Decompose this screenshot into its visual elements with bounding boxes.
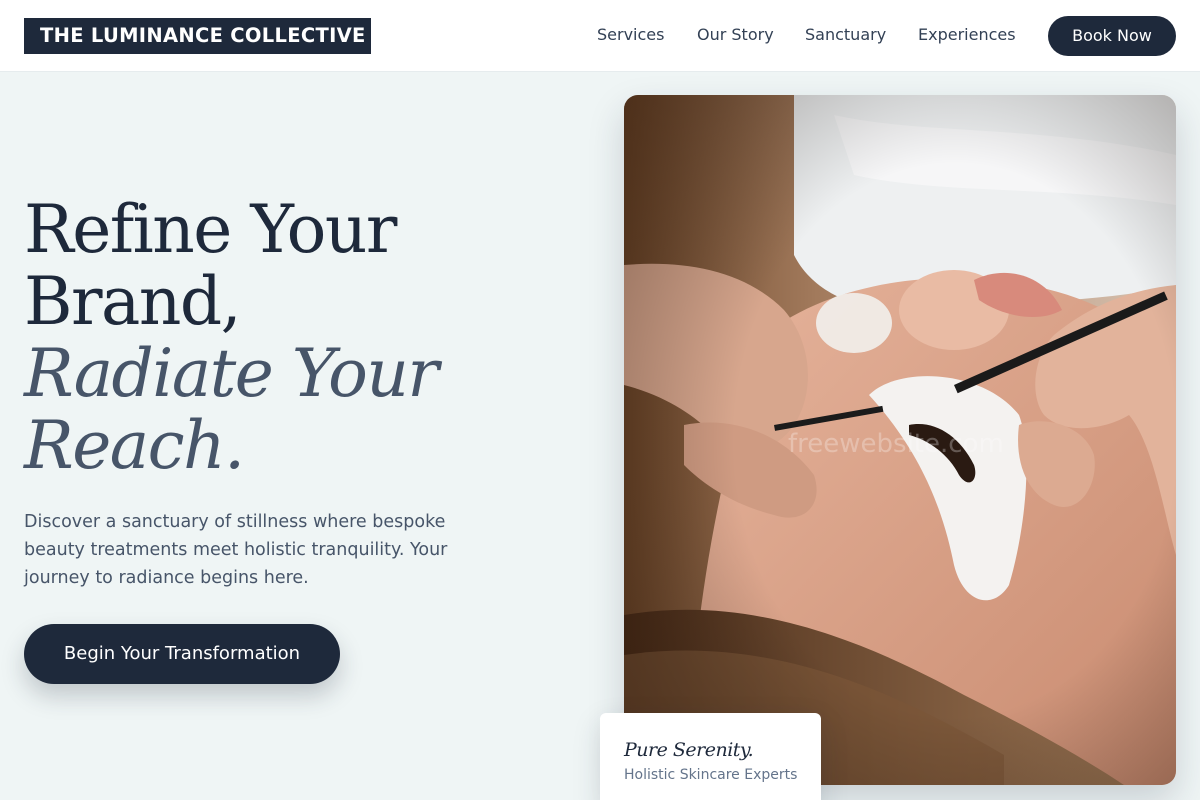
card-title: Pure Serenity. <box>624 739 754 761</box>
hero-headline: Refine Your Brand, Radiate Your Reach. <box>24 194 544 482</box>
headline-italic-line: Reach. <box>24 407 245 484</box>
headline-italic-line: Radiate Your <box>24 335 439 412</box>
headline-line: Brand, <box>24 263 242 340</box>
image-watermark: freewebsite.com <box>788 429 1004 459</box>
main-nav: Services Our Story Sanctuary Experiences <box>0 0 1200 72</box>
floating-info-card: Pure Serenity. Holistic Skincare Experts <box>600 713 821 800</box>
begin-transformation-button[interactable]: Begin Your Transformation <box>24 624 340 684</box>
site-header: THE LUMINANCE COLLECTIVE Services Our St… <box>0 0 1200 72</box>
nav-item-our-story[interactable]: Our Story <box>697 24 774 46</box>
headline-line: Refine Your <box>24 191 397 268</box>
hero-image: freewebsite.com <box>624 95 1176 785</box>
card-subtitle: Holistic Skincare Experts <box>624 767 798 783</box>
nav-item-services[interactable]: Services <box>597 24 664 46</box>
nav-item-experiences[interactable]: Experiences <box>918 24 1016 46</box>
book-now-button[interactable]: Book Now <box>1048 16 1176 56</box>
hero-lead-text: Discover a sanctuary of stillness where … <box>24 512 448 588</box>
nav-item-sanctuary[interactable]: Sanctuary <box>805 24 886 46</box>
